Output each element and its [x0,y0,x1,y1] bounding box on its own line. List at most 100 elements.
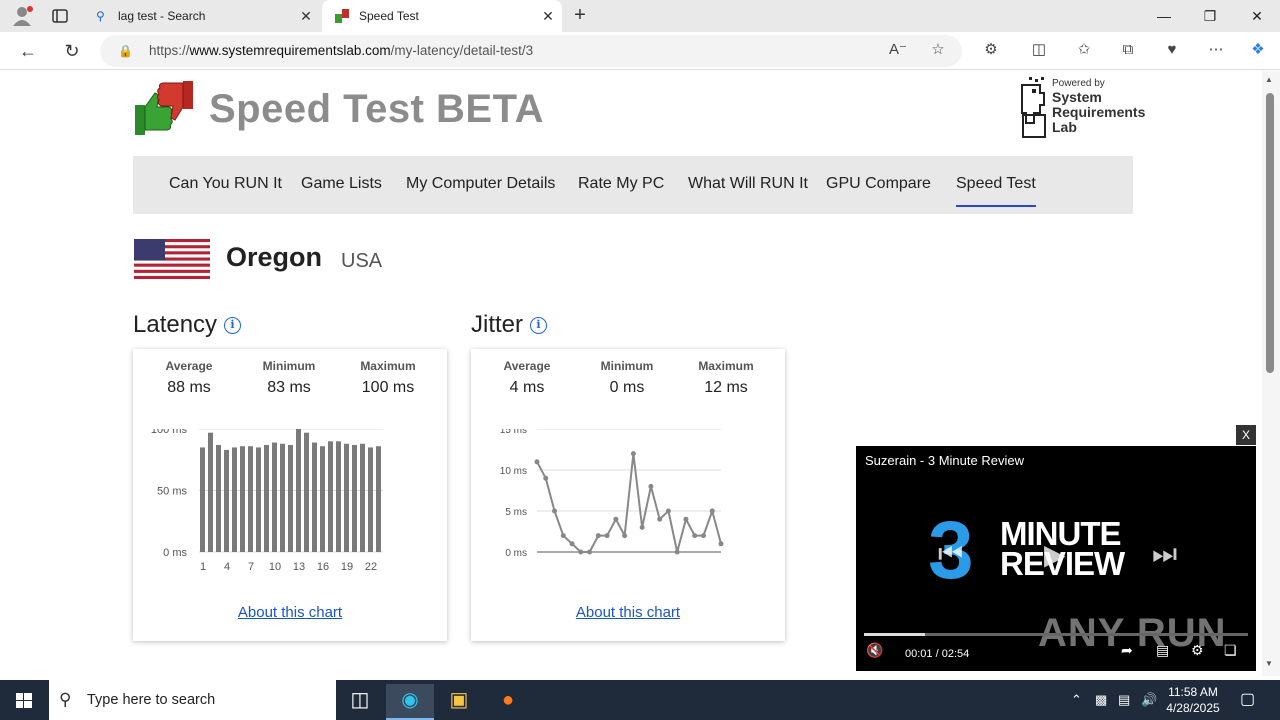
more-menu-icon[interactable]: ⋯ [1205,39,1227,61]
tab-speed-test[interactable]: Speed Test ✕ [322,0,562,32]
profile-icon[interactable] [8,4,36,28]
read-aloud-icon[interactable]: A⁻ [887,39,909,61]
data-point [718,541,724,547]
y-tick-label: 0 ms [163,547,187,559]
srl-line: System [1052,89,1102,105]
data-point [692,533,698,539]
video-close-button[interactable]: X [1236,425,1256,445]
close-tab-icon[interactable]: ✕ [298,8,314,24]
mute-icon[interactable]: 🔇 [866,642,883,659]
data-point [709,508,715,514]
powered-by-logo[interactable]: Powered by System Requirements Lab [1020,75,1145,141]
copilot-icon[interactable]: ❖ [1247,39,1269,61]
next-icon[interactable]: ⏭ [1152,538,1177,571]
bar [272,442,277,552]
jitter-info-icon[interactable]: i [530,317,547,334]
pip-icon[interactable]: ❏ [1224,642,1237,659]
nav-speed-test[interactable]: Speed Test [956,175,1036,207]
bar [240,446,245,552]
nav-gpu-compare[interactable]: GPU Compare [826,175,931,207]
x-tick-label: 13 [293,561,305,573]
tab-search[interactable]: ⚲ lag test - Search ✕ [86,0,320,32]
refresh-icon[interactable]: ↻ [60,39,84,63]
stat-value: 0 ms [609,379,645,396]
stat-value: 12 ms [704,379,748,396]
nav-what-will-run-it[interactable]: What Will RUN It [688,175,808,207]
previous-icon[interactable]: ⏮ [938,538,963,571]
srl-line: Lab [1052,119,1077,135]
data-point [604,533,610,539]
windows-start-icon[interactable] [0,680,48,720]
tray-overflow-icon[interactable]: ⌃ [1071,680,1082,720]
url-host: www.systemrequirementslab.com [189,43,391,58]
bar [264,444,269,552]
video-player[interactable]: X Suzerain - 3 Minute Review 3 MINUTE RE… [856,425,1256,671]
playlist-icon[interactable]: ▤ [1156,642,1169,659]
latency-about-link[interactable]: About this chart [133,604,447,621]
data-point [683,516,689,522]
split-screen-icon[interactable]: ◫ [1028,39,1050,61]
scroll-thumb[interactable] [1266,93,1274,373]
stat-value: 4 ms [509,379,545,396]
new-tab-icon[interactable]: + [568,4,592,28]
close-tab-icon[interactable]: ✕ [540,8,556,24]
bar [280,443,285,552]
tab-actions-icon[interactable] [50,6,70,26]
bar [288,444,293,552]
share-icon[interactable]: ➦ [1121,642,1133,659]
location-country: USA [341,250,383,272]
favorites-icon[interactable]: ✩ [1073,39,1095,61]
extensions-icon[interactable]: ⚙ [980,39,1002,61]
bar [248,446,253,552]
jitter-minimum: Minimum 0 ms [577,359,677,397]
nav-rate-my-pc[interactable]: Rate My PC [578,175,664,207]
url-field[interactable]: 🔒 https://www.systemrequirementslab.com/… [100,35,962,67]
jitter-about-link[interactable]: About this chart [471,604,785,621]
page-scrollbar[interactable]: ▲ ▼ [1262,71,1280,676]
taskbar-clock[interactable]: 11:58 AM 4/28/2025 [1155,684,1231,716]
edge-icon[interactable]: ◉ [386,684,434,720]
nav-my-computer-details[interactable]: My Computer Details [406,175,555,207]
taskbar: ⚲ Type here to search ◫ ◉ ▣ ● ⌃ ▩ ▤ 🔊 11… [0,680,1280,720]
taskbar-search[interactable]: ⚲ Type here to search [49,680,336,720]
bar [328,441,333,552]
url-prefix: https:// [149,43,190,58]
play-icon[interactable]: ▶ [1044,538,1066,571]
clock-date: 4/28/2025 [1166,701,1220,715]
data-point [578,549,584,555]
settings-gear-icon[interactable]: ⚙ [1191,642,1204,659]
tray-device-icon[interactable]: ▩ [1095,680,1107,720]
data-point [648,483,654,489]
performance-icon[interactable]: ♥ [1161,39,1183,61]
latency-bar-chart: 0 ms 50 ms 100 ms 1 4 7 10 13 16 19 22 [151,429,383,573]
bar [224,449,229,552]
file-explorer-icon[interactable]: ▣ [435,684,483,720]
stat-label: Maximum [360,359,416,373]
video-progress-bar[interactable] [864,633,1248,636]
firefox-icon[interactable]: ● [484,684,532,720]
back-icon[interactable]: ← [16,39,40,63]
srl-line: Requirements [1052,104,1146,120]
network-icon[interactable]: ▤ [1118,680,1130,720]
task-view-icon[interactable]: ◫ [336,684,384,720]
scroll-up-icon[interactable]: ▲ [1265,75,1273,84]
latency-info-icon[interactable]: i [224,317,241,334]
close-window-icon[interactable]: ✕ [1234,0,1280,32]
nav-game-lists[interactable]: Game Lists [301,175,382,207]
jitter-title: Jitter [471,311,524,338]
stat-label: Average [165,359,213,373]
video-duration: 02:54 [941,648,970,660]
tab-title: lag test - Search [118,9,206,23]
data-point [665,508,671,514]
collections-icon[interactable]: ⧉ [1117,39,1139,61]
notifications-icon[interactable]: ▢ [1240,680,1255,720]
data-point [560,533,566,539]
video-time-separator: / [935,648,939,660]
restore-icon[interactable]: ❐ [1187,0,1233,32]
y-tick-label: 0 ms [505,548,527,559]
y-tick-label: 15 ms [500,429,527,436]
scroll-down-icon[interactable]: ▼ [1265,659,1273,668]
favorite-star-icon[interactable]: ☆ [927,39,949,61]
minimize-icon[interactable]: — [1141,0,1187,32]
nav-can-you-run-it[interactable]: Can You RUN It [169,175,282,207]
